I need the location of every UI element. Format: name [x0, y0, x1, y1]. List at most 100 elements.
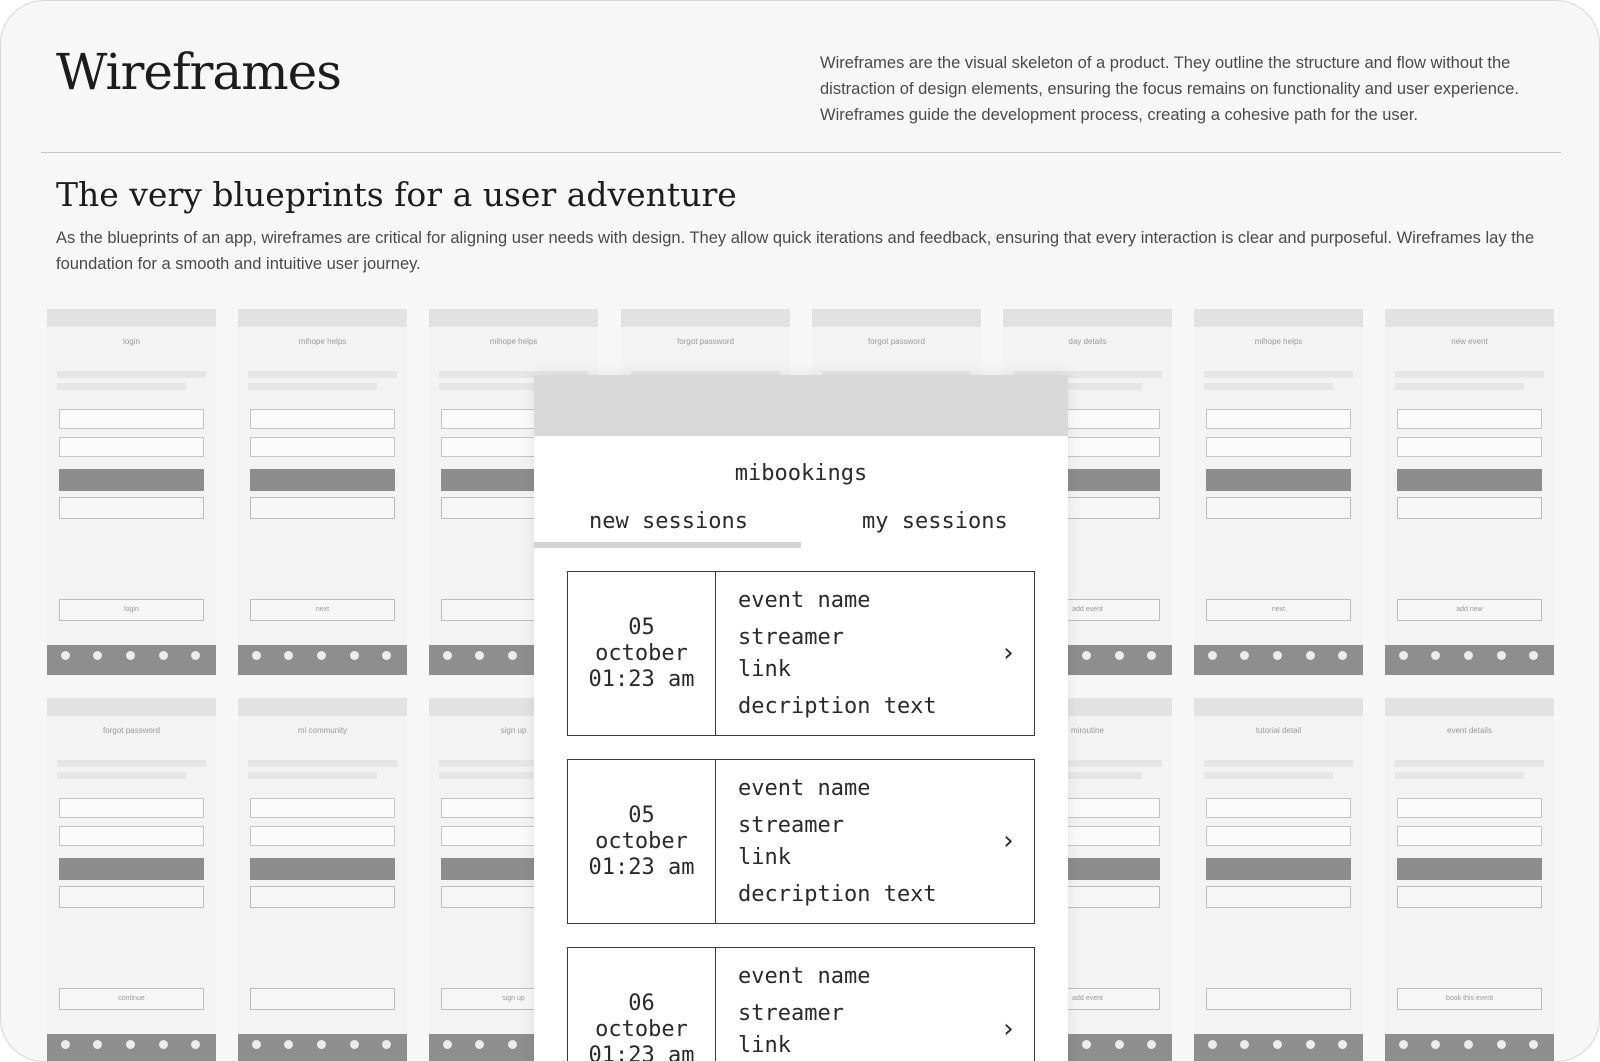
wireframe-field [59, 409, 204, 429]
wireframe-row [1397, 497, 1542, 519]
wireframe-row [250, 858, 395, 880]
wireframe-text-line [1204, 371, 1353, 378]
session-time: 01:23 am [588, 666, 695, 692]
page-frame: Wireframes Wireframes are the visual ske… [0, 0, 1600, 1062]
nav-dot-icon [1240, 651, 1249, 660]
chevron-right-icon[interactable]: › [1000, 1014, 1016, 1044]
wireframe-row [250, 886, 395, 908]
nav-dot-icon [1115, 651, 1124, 660]
session-link[interactable]: link [738, 657, 791, 682]
session-link[interactable]: link [738, 845, 791, 870]
nav-dot-icon [1273, 651, 1282, 660]
wireframe-field [250, 798, 395, 818]
nav-dot-icon [284, 651, 293, 660]
wireframe-status-bar [1003, 309, 1172, 327]
wireframe-title: forgot password [103, 726, 160, 735]
nav-dot-icon [1273, 1040, 1282, 1049]
session-card[interactable]: 05 october 01:23 am event name streamer … [567, 571, 1035, 736]
nav-dot-icon [252, 1040, 261, 1049]
wireframe-field [1397, 826, 1542, 846]
wireframe-status-bar [1194, 309, 1363, 327]
wireframe-field [1397, 798, 1542, 818]
wireframe-thumbnail: login login [47, 309, 216, 675]
wireframe-field [1206, 437, 1351, 457]
session-card[interactable]: 06 october 01:23 am event name streamer … [567, 947, 1035, 1061]
wireframe-field [59, 826, 204, 846]
wireframe-row [250, 469, 395, 491]
session-description: decription text [738, 694, 937, 719]
wireframe-thumbnail: tutorial detail [1194, 698, 1363, 1061]
nav-dot-icon [475, 1040, 484, 1049]
nav-dot-icon [1338, 651, 1347, 660]
nav-dot-icon [1306, 1040, 1315, 1049]
chevron-right-icon[interactable]: › [1000, 826, 1016, 856]
nav-dot-icon [61, 1040, 70, 1049]
wireframe-text-line [1395, 383, 1524, 390]
nav-dot-icon [1147, 651, 1156, 660]
session-date: 06 october 01:23 am [568, 948, 716, 1061]
nav-dot-icon [159, 651, 168, 660]
wireframe-row [250, 497, 395, 519]
wireframe-row [1397, 858, 1542, 880]
wireframe-text-line [57, 371, 206, 378]
session-link[interactable]: link [738, 1033, 791, 1058]
wireframe-nav-bar [1194, 1034, 1363, 1061]
wireframe-row [1206, 886, 1351, 908]
wireframe-button: login [59, 599, 204, 621]
nav-dot-icon [1399, 651, 1408, 660]
nav-dot-icon [350, 651, 359, 660]
wireframe-field [250, 409, 395, 429]
wireframe-button: next [1206, 599, 1351, 621]
session-streamer: streamer [738, 625, 844, 650]
wireframe-status-bar [47, 698, 216, 716]
nav-dot-icon [1529, 651, 1538, 660]
wireframe-text-line [1204, 383, 1333, 390]
app-title: mibookings [734, 461, 868, 486]
wireframe-text-line [248, 760, 397, 767]
session-date: 05 october 01:23 am [568, 572, 716, 735]
nav-dot-icon [382, 651, 391, 660]
wireframe-title: new event [1451, 337, 1488, 346]
section-title: The very blueprints for a user adventure [56, 175, 737, 214]
chevron-right-icon[interactable]: › [1000, 638, 1016, 668]
wireframe-field [59, 798, 204, 818]
session-event-name: event name [738, 776, 871, 801]
wireframe-row [1397, 469, 1542, 491]
intro-text: Wireframes are the visual skeleton of a … [820, 54, 1519, 124]
wireframe-field [1206, 798, 1351, 818]
wireframe-text-line [57, 383, 186, 390]
nav-dot-icon [159, 1040, 168, 1049]
wireframe-nav-bar [238, 1034, 407, 1061]
session-event-name: event name [738, 588, 871, 613]
tab-new-sessions[interactable]: new sessions [589, 509, 748, 534]
wireframe-button: continue [59, 988, 204, 1010]
section-text: As the blueprints of an app, wireframes … [56, 229, 1535, 273]
nav-dot-icon [1464, 651, 1473, 660]
wireframe-text-line [248, 383, 377, 390]
wireframe-status-bar [47, 309, 216, 327]
wireframe-field [250, 826, 395, 846]
wireframe-nav-bar [1194, 645, 1363, 675]
active-tab-indicator [534, 542, 801, 548]
nav-dot-icon [126, 651, 135, 660]
wireframe-nav-bar [47, 645, 216, 675]
session-month: october [595, 828, 688, 854]
session-event-name: event name [738, 964, 871, 989]
nav-dot-icon [1431, 1040, 1440, 1049]
wireframe-status-bar [429, 309, 598, 327]
nav-dot-icon [382, 1040, 391, 1049]
wireframe-status-bar [238, 698, 407, 716]
wireframe-thumbnail: mihope helps next [238, 309, 407, 675]
wireframe-field [250, 437, 395, 457]
nav-dot-icon [191, 1040, 200, 1049]
wireframe-button: add new [1397, 599, 1542, 621]
wireframe-nav-bar [1385, 1034, 1554, 1061]
session-card[interactable]: 05 october 01:23 am event name streamer … [567, 759, 1035, 924]
wireframe-title: mihope helps [298, 337, 347, 346]
divider [41, 152, 1561, 153]
wireframe-text-line [1395, 760, 1544, 767]
session-streamer: streamer [738, 813, 844, 838]
nav-dot-icon [508, 1040, 517, 1049]
tab-my-sessions[interactable]: my sessions [862, 509, 1008, 534]
nav-dot-icon [317, 1040, 326, 1049]
